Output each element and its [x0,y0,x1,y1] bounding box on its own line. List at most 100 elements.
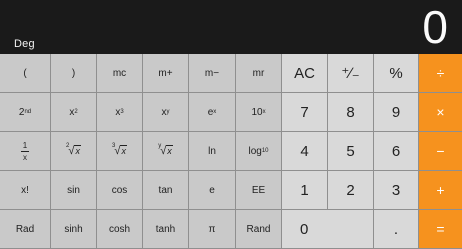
digit-6-button[interactable]: 6 [374,132,419,171]
log10-label: log [248,145,262,157]
multiply-button[interactable]: × [419,93,462,132]
rand-label: Rand [246,223,271,235]
x-cubed-button[interactable]: x3 [97,93,143,132]
sinh-label: sinh [64,223,83,235]
x-cubed-superscript: 3 [120,109,124,115]
x-pow-y-superscript: y [166,109,170,115]
e-pow-x-button[interactable]: ex [189,93,236,132]
rad-label: Rad [15,223,35,235]
radical-argument: x [120,145,127,156]
reciprocal-button[interactable]: 1x [0,132,51,171]
decimal-label: . [393,220,399,238]
close-paren-label: ) [71,67,76,79]
rad-button[interactable]: Rad [0,210,51,249]
factorial-button[interactable]: x! [0,171,51,210]
pi-label: π [208,223,216,235]
plus-minus-label: ⁺∕₋ [341,65,360,82]
radical-argument: x [166,145,173,156]
ln-button[interactable]: ln [189,132,236,171]
cos-label: cos [111,184,128,196]
tan-button[interactable]: tan [143,171,189,210]
equals-label: = [436,221,445,237]
fraction-numerator: 1 [22,140,28,150]
log10-subscript: 10 [261,148,269,154]
close-paren-button[interactable]: ) [51,54,97,93]
digit-2-button[interactable]: 2 [328,171,374,210]
equals-button[interactable]: = [419,210,462,249]
second-button[interactable]: 2nd [0,93,51,132]
ee-button[interactable]: EE [236,171,282,210]
percent-button[interactable]: % [374,54,419,93]
cbrt-button[interactable]: 3 √ x [97,132,143,171]
e-const-button[interactable]: e [189,171,236,210]
digit-5-button[interactable]: 5 [328,132,374,171]
tan-label: tan [158,184,173,196]
digit-7-label: 7 [300,103,309,121]
open-paren-button[interactable]: ( [0,54,51,93]
percent-label: % [389,64,403,82]
ten-pow-x-superscript: x [262,109,266,115]
x-pow-y-button[interactable]: xy [143,93,189,132]
x-squared-superscript: 2 [74,109,78,115]
mc-button[interactable]: mc [97,54,143,93]
subtract-label: − [436,143,445,159]
m-plus-label: m+ [158,67,173,79]
rand-button[interactable]: Rand [236,210,282,249]
ac-button[interactable]: AC [282,54,328,93]
digit-0-button[interactable]: 0 [282,210,374,249]
m-minus-label: m− [204,67,220,79]
open-paren-label: ( [23,67,27,79]
radical-glyph: y √ x [158,143,173,157]
digit-9-button[interactable]: 9 [374,93,419,132]
digit-1-label: 1 [300,181,309,199]
plus-minus-button[interactable]: ⁺∕₋ [328,54,374,93]
tanh-label: tanh [155,223,176,235]
m-minus-button[interactable]: m− [189,54,236,93]
sin-label: sin [67,184,80,196]
digit-4-button[interactable]: 4 [282,132,328,171]
x-squared-button[interactable]: x2 [51,93,97,132]
cosh-label: cosh [108,223,131,235]
digit-9-label: 9 [391,103,401,121]
radical-argument: x [74,145,81,156]
e-pow-x-superscript: x [213,109,217,115]
pi-button[interactable]: π [189,210,236,249]
mr-label: mr [252,67,265,79]
divide-button[interactable]: ÷ [419,54,462,93]
fraction-glyph: 1x [21,141,29,162]
log10-button[interactable]: log 10 [236,132,282,171]
cos-button[interactable]: cos [97,171,143,210]
digit-8-button[interactable]: 8 [328,93,374,132]
digit-1-button[interactable]: 1 [282,171,328,210]
fraction-denominator: x [23,152,27,162]
add-label: + [436,182,445,198]
second-superscript: nd [24,109,32,115]
sinh-button[interactable]: sinh [51,210,97,249]
radical-glyph: 2 √ x [66,143,81,157]
display-panel: Deg 0 [0,0,462,54]
subtract-button[interactable]: − [419,132,462,171]
yroot-button[interactable]: y √ x [143,132,189,171]
angle-mode-indicator: Deg [14,38,35,50]
e-const-label: e [209,184,215,196]
cosh-button[interactable]: cosh [97,210,143,249]
ten-pow-x-label: 10 [251,106,263,118]
m-plus-button[interactable]: m+ [143,54,189,93]
divide-label: ÷ [436,65,445,81]
add-button[interactable]: + [419,171,462,210]
digit-4-label: 4 [300,142,309,160]
ten-pow-x-button[interactable]: 10 x [236,93,282,132]
decimal-button[interactable]: . [374,210,419,249]
digit-2-label: 2 [346,181,355,199]
factorial-label: x! [21,184,29,196]
mr-button[interactable]: mr [236,54,282,93]
digit-7-button[interactable]: 7 [282,93,328,132]
keypad: () mc m+ m− mr AC ⁺∕₋% ÷ 2nd x 2 x 3 x y e x 10 x 7 8 9 × 1 x 2 √ x… [0,54,462,249]
calculator-window: Deg 0 () mc m+ m− mr AC ⁺∕₋% ÷ 2nd x 2 x 3 x y e x 10 x 7 8 9… [0,0,462,249]
sqrt-button[interactable]: 2 √ x [51,132,97,171]
digit-3-button[interactable]: 3 [374,171,419,210]
tanh-button[interactable]: tanh [143,210,189,249]
ln-label: ln [208,145,216,157]
digit-5-label: 5 [346,142,355,160]
sin-button[interactable]: sin [51,171,97,210]
